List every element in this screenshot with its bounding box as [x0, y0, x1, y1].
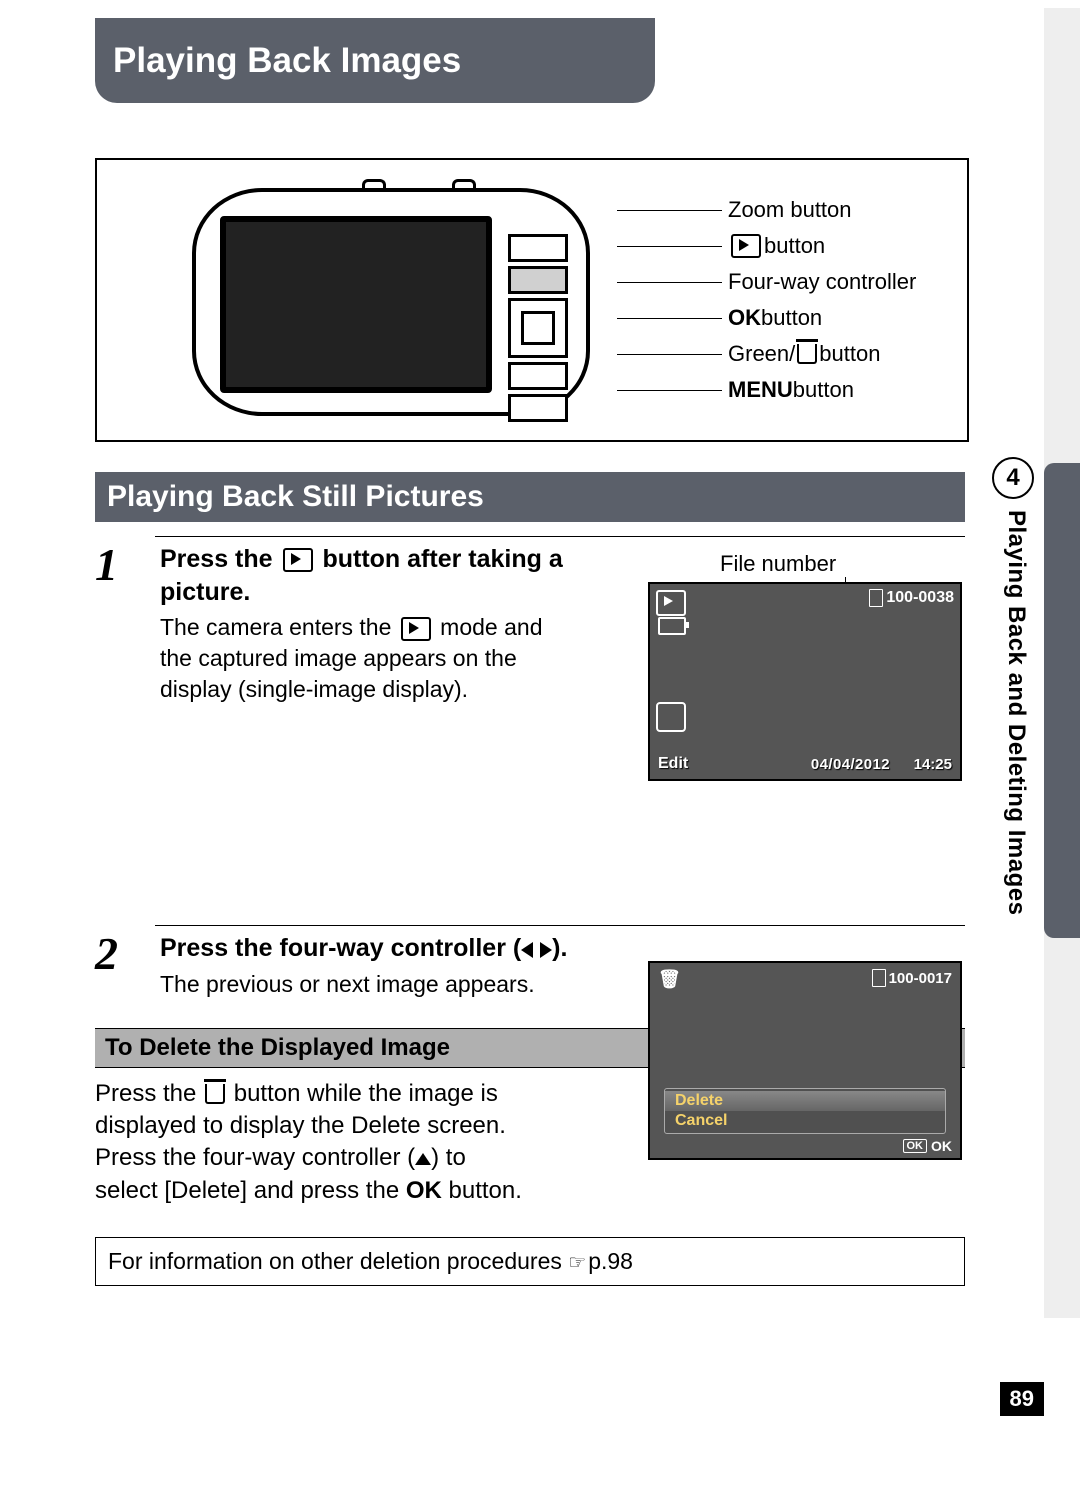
- camera-zoom-button: [508, 234, 568, 262]
- green-label-suffix: button: [819, 342, 880, 365]
- trash-icon: [205, 1084, 225, 1104]
- file-number-caption: File number: [720, 551, 836, 577]
- camera-diagram: Zoom button button Four-way controller O…: [95, 158, 969, 442]
- ss-play-icon: [656, 590, 686, 616]
- arrow-up-icon: [415, 1153, 431, 1165]
- page-number: 89: [1000, 1382, 1044, 1416]
- step2-heading: Press the four-way controller ( ).: [160, 932, 965, 965]
- thumb-index-active: [1044, 463, 1080, 938]
- playback-icon: [283, 548, 313, 572]
- camera-playback-button: [508, 266, 568, 294]
- ss-face-icon: [656, 702, 686, 732]
- delete-body: Press the button while the image is disp…: [95, 1078, 525, 1208]
- ok-label-suffix: button: [761, 306, 822, 329]
- ss-time: 14:25: [914, 756, 952, 773]
- ss-edit-label: Edit: [658, 755, 688, 773]
- camera-illustration: [192, 178, 582, 418]
- manual-page: 4 Playing Back and Deleting Images 89 Pl…: [0, 0, 1080, 1486]
- arrow-left-icon: [521, 942, 533, 958]
- chapter-title-tab: Playing Back Images: [95, 18, 655, 103]
- trash-icon: [797, 344, 817, 364]
- fourway-label: Four-way controller: [728, 270, 916, 293]
- ss-date: 04/04/2012: [811, 756, 890, 773]
- outer-gutter: 4 Playing Back and Deleting Images 89: [965, 0, 1080, 1486]
- zoom-label: Zoom button: [728, 198, 852, 221]
- playback-icon: [401, 617, 431, 641]
- playback-icon: [731, 234, 761, 258]
- step1-heading: Press the button after taking a picture.: [160, 543, 580, 608]
- side-chapter-label: Playing Back and Deleting Images: [1002, 510, 1030, 915]
- ok-label-prefix: OK: [728, 306, 761, 329]
- thumb-index: [1044, 8, 1080, 1318]
- menu-label-suffix: button: [793, 378, 854, 401]
- ss-menu-delete: Delete: [665, 1091, 945, 1111]
- camera-menu-button: [508, 394, 568, 422]
- playback-button-label: button: [764, 234, 825, 257]
- ss-file-number: 100-0038: [869, 589, 954, 607]
- ss2-file-number: 100-0017: [872, 969, 952, 987]
- arrow-right-icon: [540, 942, 552, 958]
- chapter-number-circle: 4: [992, 457, 1034, 499]
- card-icon: [869, 589, 883, 607]
- menu-label-prefix: MENU: [728, 378, 793, 401]
- ss-battery-icon: [658, 617, 686, 635]
- ss-trash-icon: 🗑: [658, 969, 681, 990]
- step-number-2: 2: [95, 927, 118, 980]
- card-icon: [872, 969, 886, 987]
- step-number-1: 1: [95, 538, 118, 591]
- step1-body: The camera enters the mode and the captu…: [160, 612, 580, 705]
- ss-delete-menu: Delete Cancel: [664, 1088, 946, 1134]
- info-crossref-box: For information on other deletion proced…: [95, 1237, 965, 1286]
- camera-green-button: [508, 362, 568, 390]
- crossref-icon: ☞: [568, 1250, 586, 1275]
- diagram-labels: Zoom button button Four-way controller O…: [617, 192, 916, 408]
- ss-ok-hint: OKOK: [903, 1138, 953, 1154]
- section-title: Playing Back Still Pictures: [95, 472, 965, 522]
- ss-menu-cancel: Cancel: [665, 1111, 945, 1131]
- green-label-prefix: Green/: [728, 342, 795, 365]
- camera-fourway: [508, 298, 568, 358]
- playback-screenshot: 100-0038 Edit 04/04/2012 14:25: [648, 582, 962, 781]
- delete-screenshot: 🗑 100-0017 Delete Cancel OKOK: [648, 961, 962, 1160]
